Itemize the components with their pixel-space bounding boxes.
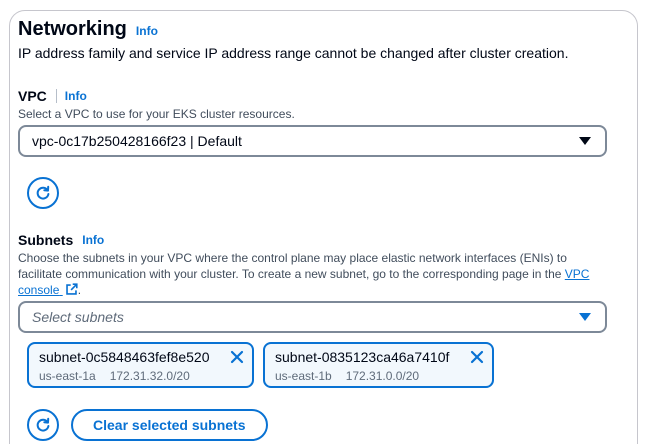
caret-down-icon	[579, 313, 591, 321]
vpc-info-link[interactable]: Info	[65, 89, 87, 103]
subnet-token: subnet-0835123ca46a7410f us-east-1b 172.3…	[263, 342, 494, 388]
subnets-label-row: Subnets Info	[18, 232, 104, 248]
networking-description: IP address family and service IP address…	[18, 45, 569, 61]
subnet-token-cidr: 172.31.32.0/20	[109, 369, 190, 383]
subnet-token-az: us-east-1a	[39, 369, 96, 383]
subnets-label: Subnets	[18, 232, 74, 248]
subnet-token-az: us-east-1b	[275, 369, 332, 383]
refresh-icon	[36, 185, 50, 200]
subnet-token-meta: us-east-1b 172.31.0.0/20	[275, 369, 482, 383]
subnet-token-id: subnet-0c5848463fef8e520	[39, 349, 210, 365]
networking-header: Networking Info	[18, 18, 158, 41]
subnet-token-id: subnet-0835123ca46a7410f	[275, 349, 450, 365]
section-title: Networking	[18, 18, 127, 40]
remove-subnet-close-icon[interactable]	[230, 350, 244, 364]
subnet-token: subnet-0c5848463fef8e520 us-east-1a 172.3…	[27, 342, 254, 388]
subnet-token-cidr: 172.31.0.0/20	[345, 369, 420, 383]
subnets-description: Choose the subnets in your VPC where the…	[18, 250, 608, 298]
vpc-description: Select a VPC to use for your EKS cluster…	[18, 107, 295, 121]
subnets-description-text: Choose the subnets in your VPC where the…	[18, 251, 567, 281]
networking-info-link[interactable]: Info	[136, 24, 158, 38]
caret-down-icon	[579, 137, 591, 145]
vpc-select[interactable]: vpc-0c17b250428166f23 | Default	[18, 125, 607, 157]
subnets-description-end: .	[77, 283, 82, 297]
subnets-refresh-button[interactable]	[27, 409, 59, 441]
remove-subnet-close-icon[interactable]	[470, 350, 484, 364]
subnets-select[interactable]: Select subnets	[18, 301, 607, 333]
vpc-label: VPC	[18, 88, 47, 104]
external-link-icon	[65, 283, 78, 295]
vpc-select-value: vpc-0c17b250428166f23 | Default	[32, 133, 242, 149]
subnet-token-meta: us-east-1a 172.31.32.0/20	[39, 369, 242, 383]
subnets-info-link[interactable]: Info	[82, 233, 104, 247]
vpc-label-row: VPC Info	[18, 88, 87, 104]
label-divider	[55, 89, 57, 103]
vpc-refresh-button[interactable]	[27, 177, 59, 209]
refresh-icon	[36, 417, 50, 432]
clear-selected-subnets-button[interactable]: Clear selected subnets	[71, 409, 268, 441]
subnets-select-placeholder: Select subnets	[32, 309, 124, 325]
